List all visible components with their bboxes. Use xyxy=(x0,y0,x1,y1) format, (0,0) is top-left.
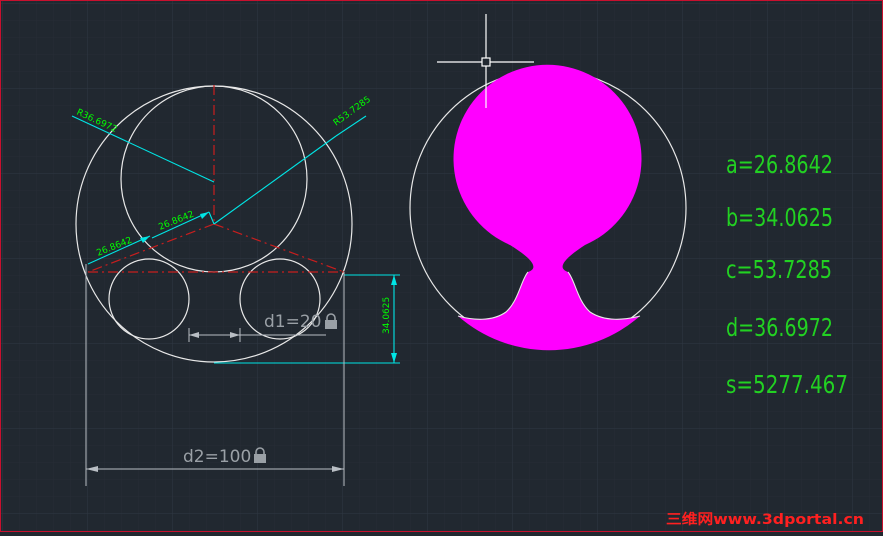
dim-d1-label[interactable]: d1=20 xyxy=(264,312,321,332)
result-s: s=5277.467 xyxy=(726,370,848,399)
watermark: 三维网www.3dportal.cn xyxy=(666,511,864,528)
result-b: b=34.0625 xyxy=(726,203,833,232)
cad-drawing-canvas[interactable]: R36.6972 R53.7285 26.8642 26.8642 34.062… xyxy=(0,0,883,532)
result-a: a=26.8642 xyxy=(726,150,833,179)
result-c: c=53.7285 xyxy=(726,255,832,284)
dim-d2-label[interactable]: d2=100 xyxy=(183,447,251,467)
dim-height[interactable]: 34.0625 xyxy=(382,297,392,334)
result-d: d=36.6972 xyxy=(726,313,833,342)
